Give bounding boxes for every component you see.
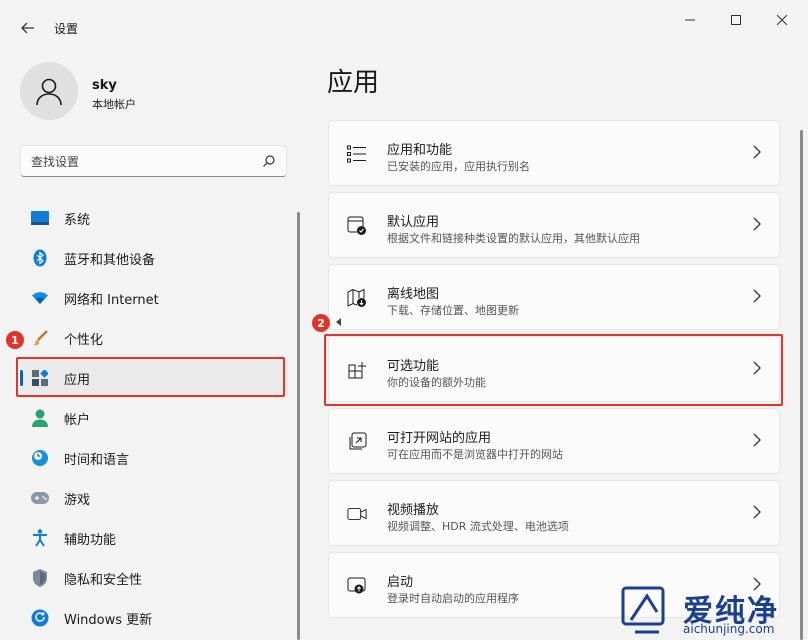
step-badge-2: 2 [312,314,330,332]
sidebar-scrollbar[interactable] [297,212,300,640]
sidebar-item-network[interactable]: 网络和 Internet [20,278,288,318]
card-subtitle: 视频调整、HDR 流式处理、电池选项 [387,518,569,534]
app-title: 设置 [54,20,78,37]
card-title: 可打开网站的应用 [387,427,491,446]
apps-features-icon [347,144,367,164]
card-video-playback[interactable]: 视频播放 视频调整、HDR 流式处理、电池选项 [328,480,780,546]
back-button[interactable] [14,16,42,40]
time-language-icon [30,448,50,468]
card-apps-features[interactable]: 应用和功能 已安装的应用，应用执行别名 [328,120,780,186]
close-button[interactable] [768,10,796,30]
account-icon [30,408,50,428]
sidebar-nav: 系统 蓝牙和其他设备 网络和 Internet 个性化 应用 帐户 时间和语 [20,198,288,638]
network-icon [30,288,50,308]
card-subtitle: 下载、存储位置、地图更新 [387,302,519,318]
card-subtitle: 登录时自动启动的应用程序 [387,590,519,606]
search-box[interactable] [20,145,287,177]
brush-icon [30,328,50,348]
card-title: 离线地图 [387,283,439,302]
avatar[interactable] [20,62,78,120]
card-offline-maps[interactable]: 离线地图 下载、存储位置、地图更新 [328,264,780,330]
sidebar-item-label: 辅助功能 [64,529,116,548]
watermark-url: aichunjing.com [683,622,774,636]
page-title: 应用 [327,62,379,99]
card-subtitle: 可在应用而不是浏览器中打开的网站 [387,446,563,462]
chevron-right-icon [753,289,761,303]
search-input[interactable] [31,152,251,172]
apps-for-websites-icon [347,432,367,452]
user-icon [34,76,64,106]
startup-icon [347,576,367,596]
video-playback-icon [347,504,367,524]
username: sky [92,78,117,93]
maximize-button[interactable] [722,10,750,30]
watermark-logo-icon [621,586,673,636]
close-icon [777,15,787,25]
chevron-right-icon [753,145,761,159]
highlight-box-apps [16,357,285,397]
default-apps-icon [347,216,367,236]
sidebar-item-bluetooth[interactable]: 蓝牙和其他设备 [20,238,288,278]
watermark: 爱纯净 aichunjing.com [617,584,808,640]
step-badge-1: 1 [6,331,24,349]
sidebar-item-personalization[interactable]: 个性化 [20,318,288,358]
sidebar-item-windows-update[interactable]: Windows 更新 [20,598,288,638]
search-icon[interactable] [262,154,276,168]
card-title: 视频播放 [387,499,439,518]
card-title: 启动 [387,571,413,590]
system-icon [30,208,50,228]
highlight-box-optional-features [324,334,783,406]
shield-icon [30,568,50,588]
maximize-icon [731,15,741,25]
sidebar-item-label: 帐户 [64,409,90,428]
sidebar-item-privacy[interactable]: 隐私和安全性 [20,558,288,598]
sidebar-item-accounts[interactable]: 帐户 [20,398,288,438]
card-title: 默认应用 [387,211,439,230]
sidebar-item-label: 系统 [64,209,90,228]
sidebar-item-label: 时间和语言 [64,449,129,468]
gamepad-icon [30,488,50,508]
offline-maps-icon [347,288,367,308]
accessibility-icon [30,528,50,548]
sidebar-item-label: 个性化 [64,329,103,348]
chevron-right-icon [753,433,761,447]
sidebar-item-gaming[interactable]: 游戏 [20,478,288,518]
card-apps-for-websites[interactable]: 可打开网站的应用 可在应用而不是浏览器中打开的网站 [328,408,780,474]
sidebar-item-label: 游戏 [64,489,90,508]
card-subtitle: 已安装的应用，应用执行别名 [387,158,530,174]
sidebar-item-label: 隐私和安全性 [64,569,142,588]
sidebar-item-accessibility[interactable]: 辅助功能 [20,518,288,558]
sidebar-item-system[interactable]: 系统 [20,198,288,238]
sidebar-item-label: Windows 更新 [64,609,152,628]
card-title: 应用和功能 [387,139,452,158]
minimize-button[interactable] [676,10,704,30]
update-icon [30,608,50,628]
sidebar-item-label: 蓝牙和其他设备 [64,249,155,268]
sidebar-item-label: 网络和 Internet [64,289,159,308]
bluetooth-icon [30,248,50,268]
content-scrollbar[interactable] [800,130,803,640]
chevron-right-icon [753,217,761,231]
sidebar-item-time-language[interactable]: 时间和语言 [20,438,288,478]
chevron-right-icon [753,505,761,519]
back-arrow-icon [21,22,35,34]
card-subtitle: 根据文件和链接种类设置的默认应用，其他默认应用 [387,230,640,246]
title-bar: 设置 [0,0,808,56]
minimize-icon [685,15,695,25]
card-default-apps[interactable]: 默认应用 根据文件和链接种类设置的默认应用，其他默认应用 [328,192,780,258]
pointer-arrow-icon [336,318,341,326]
account-type: 本地帐户 [92,96,136,112]
